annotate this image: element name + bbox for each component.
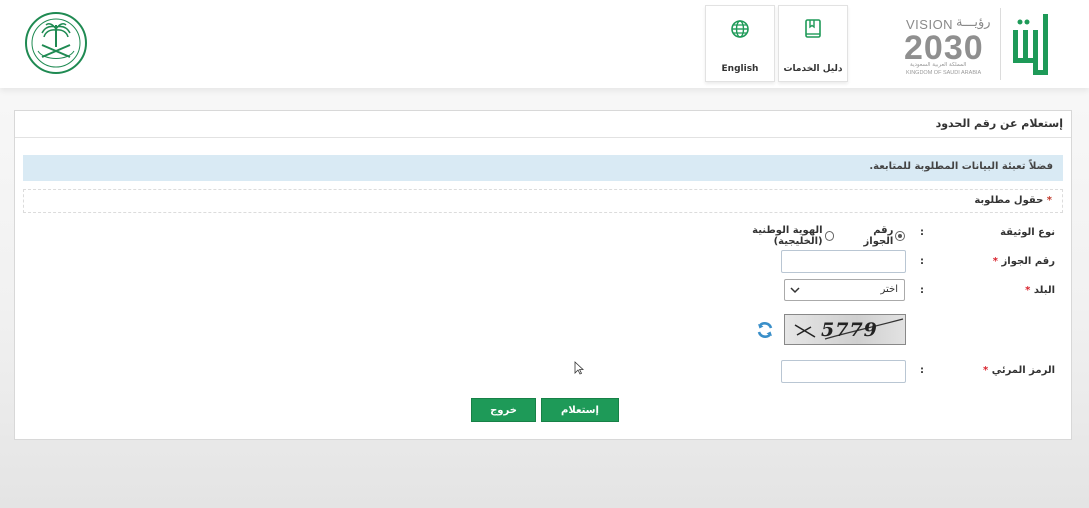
required-fields-label: حقول مطلوبة <box>974 195 1044 206</box>
radio-passport[interactable] <box>895 231 905 241</box>
doc-type-colon: : <box>920 227 924 238</box>
required-star: * <box>1046 195 1052 206</box>
globe-icon <box>731 20 749 38</box>
country-required-star: * <box>1025 285 1031 296</box>
header: English دليل الخدمات VISION رؤيـــة 2030… <box>0 0 1089 88</box>
captcha-text: 5779 <box>821 319 878 341</box>
exit-button[interactable]: خروج <box>471 398 536 422</box>
visual-code-input[interactable] <box>781 360 906 383</box>
vision-2030-logo: VISION رؤيـــة 2030 المملكة العربية السع… <box>904 15 996 79</box>
absher-logo <box>1000 8 1056 80</box>
visual-code-label-text: الرمز المرئي <box>991 365 1055 376</box>
vision-subtitle-en: KINGDOM OF SAUDI ARABIA <box>906 70 982 76</box>
border-number-inquiry-panel: إستعلام عن رقم الحدود فضلاً تعبئة البيان… <box>14 110 1072 440</box>
services-guide-label: دليل الخدمات <box>783 64 843 74</box>
doc-type-label-text: نوع الوثيقة <box>1000 227 1055 238</box>
required-fields-note: * حقول مطلوبة <box>23 189 1063 213</box>
visual-code-label: الرمز المرئي * <box>915 365 1055 376</box>
passport-number-input[interactable] <box>781 250 906 273</box>
visual-code-colon: : <box>920 365 924 376</box>
passport-number-label-text: رقم الجواز <box>1001 256 1055 267</box>
absher-mark-icon <box>1013 14 1048 75</box>
chevron-down-icon <box>790 287 800 294</box>
services-guide-button[interactable]: دليل الخدمات <box>778 5 848 82</box>
english-language-button[interactable]: English <box>705 5 775 82</box>
radio-passport-label: رقم الجواز <box>863 225 894 247</box>
visual-code-required-star: * <box>983 365 989 376</box>
refresh-captcha-icon[interactable] <box>755 320 775 340</box>
vision-subtitle-ar: المملكة العربية السعودية <box>910 62 967 68</box>
country-colon: : <box>920 285 924 296</box>
english-label: English <box>721 64 759 74</box>
inquire-button[interactable]: إستعلام <box>541 398 619 422</box>
captcha-image: 5779 <box>784 314 906 345</box>
radio-national-id-option[interactable]: الهوية الوطنية (الخليجية) <box>705 225 835 247</box>
passport-number-label: رقم الجواز * <box>915 256 1055 267</box>
info-message: فضلاً تعبئة البيانات المطلوبة للمتابعة. <box>23 155 1063 181</box>
book-icon <box>805 19 821 38</box>
doc-type-radio-group: رقم الجواز الهوية الوطنية (الخليجية) <box>705 225 905 247</box>
radio-national-id-label: الهوية الوطنية (الخليجية) <box>752 225 823 247</box>
palm-swords-icon <box>31 18 81 68</box>
mouse-cursor-icon <box>574 361 584 375</box>
passport-colon: : <box>920 256 924 267</box>
country-select-value: اختر <box>880 284 899 295</box>
country-label-text: البلد <box>1033 285 1055 296</box>
panel-title: إستعلام عن رقم الحدود <box>15 111 1071 138</box>
radio-national-id[interactable] <box>824 231 835 241</box>
country-select[interactable]: اختر <box>784 279 905 301</box>
passport-required-star: * <box>992 256 999 267</box>
vision-arabic: رؤيـــة <box>956 15 991 30</box>
country-label: البلد * <box>915 285 1055 296</box>
radio-passport-option[interactable]: رقم الجواز <box>842 225 905 247</box>
doc-type-label: نوع الوثيقة <box>915 227 1055 238</box>
saudi-emblem-logo <box>25 12 87 74</box>
